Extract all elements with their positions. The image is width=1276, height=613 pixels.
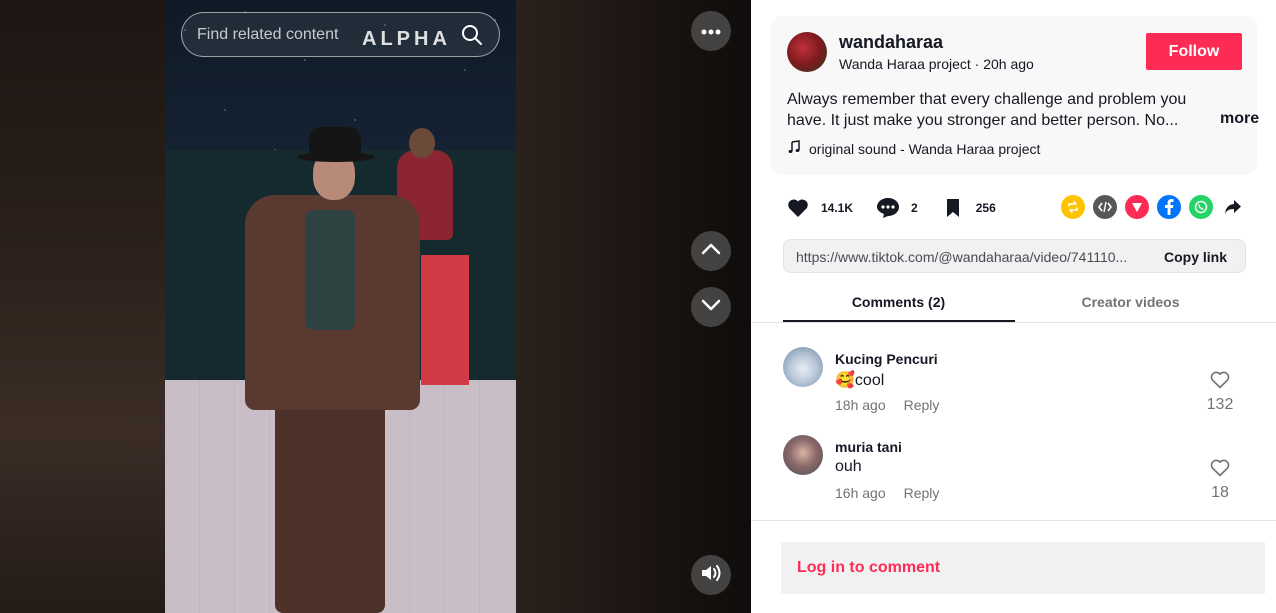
save-action[interactable]: 256 <box>938 195 996 221</box>
comment-author[interactable]: muria tani <box>835 439 902 455</box>
comment-like[interactable]: 132 <box>1203 371 1237 414</box>
search-icon[interactable] <box>461 24 483 46</box>
bookmark-icon[interactable] <box>938 195 968 221</box>
login-to-comment-box[interactable]: Log in to comment <box>781 542 1265 594</box>
heart-outline-icon[interactable] <box>1210 371 1230 393</box>
reply-button[interactable]: Reply <box>904 485 940 501</box>
author-username[interactable]: wandaharaa <box>839 32 943 53</box>
comment-count: 2 <box>911 201 918 215</box>
comments-footer-divider <box>751 520 1276 521</box>
side-panel: wandaharaa Wanda Haraa project · 20h ago… <box>751 0 1276 613</box>
volume-icon <box>700 564 722 587</box>
comment-text: ouh <box>835 458 862 475</box>
model-hat <box>309 127 361 157</box>
tab-comments[interactable]: Comments (2) <box>783 294 1014 310</box>
more-options-button[interactable] <box>691 11 731 51</box>
tabs-divider <box>751 322 1276 323</box>
music-note-icon <box>787 140 801 157</box>
tab-creator-videos[interactable]: Creator videos <box>1015 294 1246 310</box>
more-dots-icon <box>701 22 721 40</box>
heart-outline-icon[interactable] <box>1210 459 1230 481</box>
comment-time: 16h ago <box>835 485 886 501</box>
video-area: Find related content ALPHA <box>0 0 751 613</box>
comment-like-count: 132 <box>1206 396 1234 413</box>
volume-button[interactable] <box>691 555 731 595</box>
copy-link-box: https://www.tiktok.com/@wandaharaa/video… <box>783 239 1246 273</box>
comment-action[interactable]: 2 <box>873 195 918 221</box>
chevron-down-icon <box>701 298 721 316</box>
comment-time: 18h ago <box>835 397 886 413</box>
next-video-button[interactable] <box>691 287 731 327</box>
post-caption: Always remember that every challenge and… <box>787 91 1187 129</box>
search-placeholder[interactable]: Find related content <box>197 26 338 44</box>
send-icon[interactable] <box>1125 195 1149 219</box>
author-avatar[interactable] <box>787 32 827 72</box>
music-title[interactable]: original sound - Wanda Haraa project <box>809 141 1040 157</box>
dj-booth <box>421 255 469 385</box>
caption-more-link[interactable]: more <box>1220 110 1259 128</box>
engagement-actions: 14.1K 2 256 <box>783 194 1016 222</box>
author-subtitle: Wanda Haraa project · 20h ago <box>839 56 1034 72</box>
model-lapel <box>305 210 355 330</box>
commenter-avatar[interactable] <box>783 435 823 475</box>
whatsapp-icon[interactable] <box>1189 195 1213 219</box>
comment-author[interactable]: Kucing Pencuri <box>835 351 938 367</box>
comment-item: Kucing Pencuri 🥰cool 18h ago Reply 132 <box>783 347 1253 427</box>
reply-button[interactable]: Reply <box>904 397 940 413</box>
music-link[interactable]: original sound - Wanda Haraa project <box>787 140 1040 157</box>
video-url: https://www.tiktok.com/@wandaharaa/video… <box>796 249 1128 265</box>
comment-item: muria tani ouh 16h ago Reply 18 <box>783 435 1253 515</box>
comment-meta: 16h ago Reply <box>835 485 939 501</box>
save-count: 256 <box>975 201 996 215</box>
commenter-avatar[interactable] <box>783 347 823 387</box>
comment-like-count: 18 <box>1211 484 1229 501</box>
like-action[interactable]: 14.1K <box>783 195 853 221</box>
follow-button[interactable]: Follow <box>1146 33 1242 70</box>
comment-text: 🥰cool <box>835 372 885 389</box>
repost-icon[interactable] <box>1061 195 1085 219</box>
video-watermark: ALPHA <box>362 28 451 50</box>
related-content-search[interactable]: Find related content ALPHA <box>181 12 500 57</box>
share-icons-row <box>1061 195 1245 219</box>
comment-like[interactable]: 18 <box>1203 459 1237 502</box>
blurred-background-left <box>0 0 165 613</box>
post-description-card: wandaharaa Wanda Haraa project · 20h ago… <box>771 16 1259 175</box>
embed-icon[interactable] <box>1093 195 1117 219</box>
comment-meta: 18h ago Reply <box>835 397 939 413</box>
content-tabs: Comments (2) Creator videos <box>783 284 1246 324</box>
facebook-icon[interactable] <box>1157 195 1181 219</box>
video-player[interactable] <box>165 0 516 613</box>
like-count: 14.1K <box>821 201 854 215</box>
login-to-comment-link[interactable]: Log in to comment <box>797 559 940 577</box>
tiktok-video-page: Find related content ALPHA wandaharaa Wa… <box>0 0 1276 613</box>
comment-bubble-icon[interactable] <box>873 195 903 221</box>
previous-video-button[interactable] <box>691 231 731 271</box>
heart-icon[interactable] <box>783 195 813 221</box>
dj-head <box>409 128 435 158</box>
chevron-up-icon <box>701 242 721 260</box>
share-arrow-icon[interactable] <box>1221 195 1245 219</box>
copy-link-button[interactable]: Copy link <box>1164 249 1227 265</box>
